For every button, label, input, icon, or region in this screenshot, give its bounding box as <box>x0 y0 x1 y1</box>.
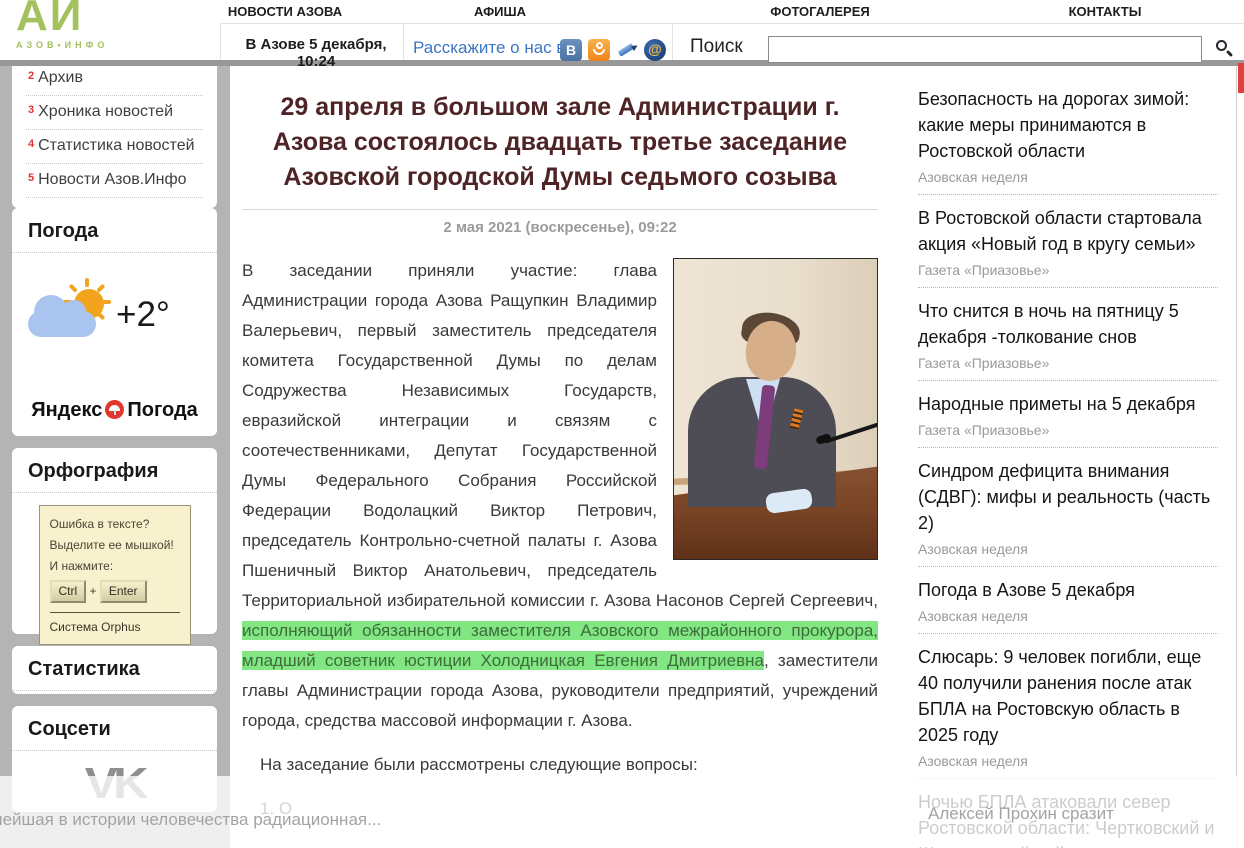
nav-item-contacts[interactable]: КОНТАКТЫ <box>1025 4 1185 19</box>
news-title: Синдром дефицита внимания (СДВГ): мифы и… <box>918 461 1211 533</box>
sidebar-item-news-stats[interactable]: 4 Статистика новостей <box>26 130 203 164</box>
article-title: 29 апреля в большом зале Администрации г… <box>272 93 848 191</box>
header-divider <box>220 23 1244 24</box>
article-photo <box>673 258 878 560</box>
sidebar-item-azov-info-news[interactable]: 5 Новости Азов.Инфо <box>26 164 203 198</box>
sidebar-item-chronicle[interactable]: 3 Хроника новостей <box>26 96 203 130</box>
menu-label: Статистика новостей <box>38 137 195 154</box>
mailru-share-icon[interactable]: @ <box>644 39 666 61</box>
menu-number: 5 <box>28 172 35 184</box>
logo-glyphs: АИ <box>16 0 84 40</box>
pogoda-label: Погода <box>127 399 198 421</box>
news-source: Азовская неделя <box>918 753 1028 769</box>
yandex-label: Яндекс <box>31 399 103 421</box>
news-title: Народные приметы на 5 декабря <box>918 394 1196 414</box>
city-date: В Азове 5 декабря, 10:24 <box>245 36 387 70</box>
nav-item-afisha[interactable]: АФИША <box>420 4 580 19</box>
nav-item-photogallery[interactable]: ФОТОГАЛЕРЕЯ <box>735 4 905 19</box>
title-divider <box>242 209 878 210</box>
orphus-line-3: И нажмите: <box>49 559 114 573</box>
news-item[interactable]: Безопасность на дорогах зимой: какие мер… <box>918 76 1218 195</box>
plus-sign: + <box>89 584 97 598</box>
sun-ray <box>85 278 89 287</box>
nav-item-news[interactable]: НОВОСТИ АЗОВА <box>185 4 385 19</box>
menu-label: Хроника новостей <box>38 103 173 120</box>
news-item[interactable]: В Ростовской области стартовала акция «Н… <box>918 195 1218 288</box>
site-logo[interactable]: АИ АЗОВ•ИНФО <box>16 0 146 50</box>
news-title: В Ростовской области стартовала акция «Н… <box>918 208 1202 254</box>
orphus-line-2: Выделите ее мышкой! <box>49 538 174 552</box>
news-item[interactable]: Погода в Азове 5 декабря Азовская неделя <box>918 567 1218 634</box>
logo-caption: АЗОВ•ИНФО <box>16 40 109 50</box>
news-source: Газета «Приазовье» <box>918 422 1050 438</box>
statistics-card: Статистика <box>12 646 217 694</box>
news-ticker-popup-left[interactable]: пнейшая в истории человечества радиацион… <box>0 776 384 848</box>
menu-label: Новости Азов.Инфо <box>38 171 187 188</box>
search-icon <box>1216 40 1227 51</box>
news-source: Азовская неделя <box>918 541 1028 557</box>
search-input[interactable] <box>768 36 1202 63</box>
ctrl-key: Ctrl <box>49 580 87 603</box>
ok-body-shape <box>593 49 605 55</box>
news-title: Погода в Азове 5 декабря <box>918 580 1135 600</box>
sidebar-item-archive[interactable]: 2 Архив <box>26 62 203 96</box>
social-card-title: Соцсети <box>12 706 217 751</box>
menu-number: 2 <box>28 70 35 82</box>
yandex-weather-icon <box>105 400 125 419</box>
temperature-value: +2° <box>116 295 170 334</box>
orphus-line-1: Ошибка в тексте? <box>49 517 150 531</box>
article-column: 29 апреля в большом зале Администрации г… <box>230 66 890 848</box>
ok-head-shape <box>595 42 603 49</box>
news-ticker-popup-right[interactable]: Алексей Прохин сразит <box>858 776 1244 848</box>
article-body: В заседании приняли участие: глава Админ… <box>242 256 878 824</box>
orphus-keys-row: Ctrl + Enter <box>49 580 180 603</box>
news-source: Газета «Приазовье» <box>918 355 1050 371</box>
ticker-text-right: Алексей Прохин сразит <box>928 804 1114 823</box>
search-icon-handle <box>1225 49 1234 58</box>
ticker-text-left: пнейшая в истории человечества радиацион… <box>0 810 382 829</box>
news-item[interactable]: Что снится в ночь на пятницу 5 декабря -… <box>918 288 1218 381</box>
orphus-widget: Ошибка в тексте? Выделите ее мышкой! И н… <box>38 505 191 645</box>
page: АИ АЗОВ•ИНФО НОВОСТИ АЗОВА АФИША ФОТОГАЛ… <box>0 0 1244 848</box>
yandex-weather-link[interactable]: Яндекс Погода <box>12 399 217 422</box>
header-vdivider-1 <box>220 24 221 60</box>
news-source: Газета «Приазовье» <box>918 262 1050 278</box>
cloud-icon <box>28 295 96 337</box>
news-title: Что снится в ночь на пятницу 5 декабря -… <box>918 301 1179 347</box>
news-item[interactable]: Слюсарь: 9 человек погибли, еще 40 получ… <box>918 634 1218 779</box>
news-title: Безопасность на дорогах зимой: какие мер… <box>918 89 1190 161</box>
header-vdivider-3 <box>672 24 673 60</box>
weather-card: Погода +2° Яндекс Погода <box>12 208 217 436</box>
pencil-tip-shape <box>630 42 640 52</box>
article-date: 2 мая 2021 (воскресенье), 09:22 <box>443 219 677 236</box>
news-feed: Безопасность на дорогах зимой: какие мер… <box>900 66 1237 848</box>
weather-widget: +2° <box>12 278 217 377</box>
news-source: Азовская неделя <box>918 169 1028 185</box>
pencil-share-icon[interactable] <box>616 39 640 61</box>
menu-number: 4 <box>28 138 35 150</box>
news-item[interactable]: Народные приметы на 5 декабря Газета «Пр… <box>918 381 1218 448</box>
weather-card-title: Погода <box>12 208 217 253</box>
menu-number: 3 <box>28 104 35 116</box>
vk-share-icon[interactable]: В <box>560 39 582 61</box>
sun-ray <box>68 283 78 293</box>
odnoklassniki-share-icon[interactable] <box>588 39 610 61</box>
news-source: Азовская неделя <box>918 608 1028 624</box>
search-label: Поиск <box>690 36 743 57</box>
scrollbar-thumb[interactable] <box>1238 63 1244 93</box>
header: АИ АЗОВ•ИНФО НОВОСТИ АЗОВА АФИША ФОТОГАЛ… <box>0 0 1244 70</box>
orphus-divider <box>49 612 180 613</box>
enter-key: Enter <box>99 580 147 603</box>
search-button[interactable] <box>1212 38 1236 62</box>
left-sidebar: 2 Архив 3 Хроника новостей 4 Статистика нов… <box>0 40 230 848</box>
orthography-card-title: Орфография <box>12 448 217 493</box>
statistics-card-title: Статистика <box>12 646 217 691</box>
orphus-system-link[interactable]: Система Orphus <box>50 620 180 634</box>
share-label: Расскажите о нас в <box>413 38 566 57</box>
news-title: Слюсарь: 9 человек погибли, еще 40 получ… <box>918 647 1202 745</box>
orthography-card: Орфография Ошибка в тексте? Выделите ее … <box>12 448 217 645</box>
news-item[interactable]: Синдром дефицита внимания (СДВГ): мифы и… <box>918 448 1218 567</box>
menu-label: Архив <box>38 69 83 86</box>
